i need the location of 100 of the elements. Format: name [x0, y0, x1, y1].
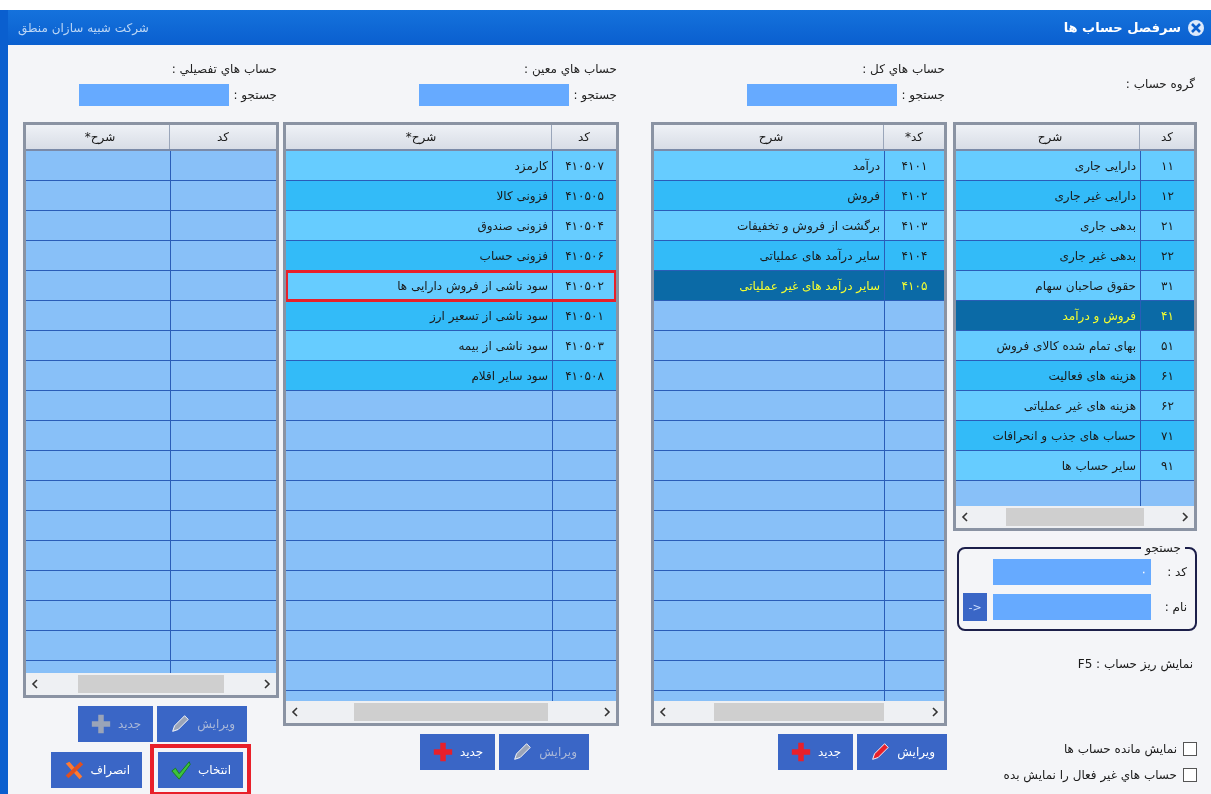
code-cell: ۴۱۰۵	[884, 271, 944, 300]
chevron-right-icon[interactable]	[930, 706, 940, 718]
company-name: شرکت شبیه سازان منطق	[18, 20, 149, 35]
table-row[interactable]: ۹۱ سایر حساب ها	[956, 451, 1194, 481]
search-field[interactable]	[79, 83, 230, 106]
search-field[interactable]	[747, 83, 898, 106]
cancel-button[interactable]: انصراف	[50, 752, 142, 788]
pencil-icon	[869, 741, 892, 763]
table-row[interactable]: ۷۱ حساب های جذب و انحرافات	[956, 421, 1194, 451]
section-label: حساب هاي تفصيلي :	[170, 61, 277, 76]
section-label: گروه حساب :	[1124, 76, 1195, 91]
table-row[interactable]: ۲۱ بدهی جاری	[956, 211, 1194, 241]
chevron-left-icon[interactable]	[290, 706, 300, 718]
table-row[interactable]: ۵۱ بهای تمام شده کالای فروش	[956, 331, 1194, 361]
checkbox-label: نمایش مانده حساب ها	[1063, 742, 1177, 756]
name-cell-text: درآمد	[851, 157, 881, 175]
table-row[interactable]: ۴۱۰۵۰۸ سود سایر اقلام	[286, 361, 616, 391]
column-header[interactable]: کد	[169, 125, 276, 149]
scrollbar[interactable]	[286, 701, 616, 723]
code-cell: ۴۱	[1140, 301, 1194, 330]
name-cell-text: بهای تمام شده کالای فروش	[995, 337, 1137, 356]
group-legend: جستجو	[1141, 541, 1185, 555]
code-cell: ۲۲	[1140, 241, 1194, 270]
code-cell: ۴۱۰۳	[884, 211, 944, 240]
table-row[interactable]: ۲۲ بدهی غیر جاری	[956, 241, 1194, 271]
table-row[interactable]: ۳۱ حقوق صاحبان سهام	[956, 271, 1194, 301]
column-header[interactable]: کد	[551, 125, 616, 149]
pencil-icon	[169, 713, 192, 735]
chevron-right-icon[interactable]	[602, 706, 612, 718]
checkbox[interactable]	[1183, 768, 1197, 782]
chevron-left-icon[interactable]	[658, 706, 668, 718]
table-row[interactable]: ۴۱۰۵۰۱ سود ناشی از تسعیر ارز	[286, 301, 616, 331]
code-cell: ۹۱	[1140, 451, 1194, 480]
new-button[interactable]: جدید	[419, 734, 496, 770]
check-icon	[170, 759, 192, 781]
table-row[interactable]: ۱۲ دارایی غیر جاری	[956, 181, 1194, 211]
search-field[interactable]	[419, 83, 570, 106]
name-cell-text: دارایی غیر جاری	[1053, 187, 1137, 206]
name-cell-text: سایر حساب ها	[1060, 457, 1137, 475]
name-cell-text: سایر درآمد های عملیاتی	[758, 247, 881, 265]
checkbox-label: حساب هاي غير فعال را نمايش بده	[1003, 768, 1177, 782]
chevron-left-icon[interactable]	[960, 511, 970, 523]
table-row[interactable]: ۴۱۰۳ برگشت از فروش و تخفیفات	[654, 211, 944, 241]
code-cell: ۴۱۰۴	[884, 241, 944, 270]
chevron-right-icon[interactable]	[1180, 511, 1190, 523]
plus-icon	[89, 713, 112, 735]
edit-button[interactable]: ویرایش	[857, 734, 947, 770]
code-cell: ۵۱	[1140, 331, 1194, 360]
scrollbar[interactable]	[654, 701, 944, 723]
name-cell-text: هزینه های غیر عملیاتی	[1022, 397, 1137, 415]
table-row[interactable]: ۴۱۰۵۰۴ فزونی صندوق	[286, 211, 616, 241]
table-row[interactable]: ۴۱۰۵۰۳ سود ناشی از بیمه	[286, 331, 616, 361]
name-cell-text: سود سایر اقلام	[470, 367, 549, 385]
chevron-left-icon[interactable]	[30, 678, 40, 690]
go-button[interactable]: <-	[963, 593, 987, 621]
close-icon[interactable]	[1187, 18, 1205, 37]
table-row[interactable]: ۴۱۰۵۰۲ سود ناشی از فروش دارایی ها	[286, 271, 616, 301]
shortcut-hint: F5 : نمایش ریز حساب	[1076, 657, 1194, 671]
column-header[interactable]: کد*	[883, 125, 944, 149]
column-header[interactable]: کد	[1139, 125, 1194, 149]
table-row[interactable]: ۱۱ دارایی جاری	[956, 151, 1194, 181]
code-cell: ۶۱	[1140, 361, 1194, 390]
name-field[interactable]	[993, 594, 1151, 620]
table-row[interactable]: ۴۱۰۵ سایر درآمد های غیر عملیاتی	[654, 271, 944, 301]
scrollbar[interactable]	[956, 506, 1194, 528]
search-label: جستجو :	[573, 87, 617, 102]
column-header[interactable]: شرح*	[291, 125, 551, 149]
code-cell: ۴۱۰۵۰۸	[552, 361, 616, 390]
section-label: حساب هاي کل :	[861, 61, 945, 76]
table-row[interactable]: ۶۲ هزینه های غیر عملیاتی	[956, 391, 1194, 421]
plus-icon	[431, 741, 454, 763]
table-row[interactable]: ۶۱ هزینه های فعالیت	[956, 361, 1194, 391]
table-row[interactable]: ۴۱۰۵۰۶ فزونی حساب	[286, 241, 616, 271]
name-cell-text: حقوق صاحبان سهام	[1034, 277, 1137, 295]
table-row[interactable]: ۴۱ فروش و درآمد	[956, 301, 1194, 331]
name-cell-text: سود ناشی از تسعیر ارز	[428, 307, 549, 326]
scrollbar[interactable]	[26, 673, 276, 695]
section-label: حساب هاي معين :	[523, 61, 617, 76]
checkbox[interactable]	[1183, 742, 1197, 756]
name-cell-text: دارایی جاری	[1073, 157, 1137, 176]
name-cell-text: سود ناشی از فروش دارایی ها	[396, 277, 549, 296]
select-button[interactable]: انتخاب	[158, 752, 243, 788]
name-cell-text: فزونی حساب	[478, 247, 549, 265]
table-row[interactable]: ۴۱۰۲ فروش	[654, 181, 944, 211]
code-cell: ۶۲	[1140, 391, 1194, 420]
window-title: سرفصل حساب ها	[1063, 20, 1181, 35]
column-header[interactable]: شرح*	[31, 125, 169, 149]
table-row[interactable]: ۴۱۰۵۰۷ کارمزد	[286, 151, 616, 181]
column-header[interactable]: شرح	[659, 125, 883, 149]
name-cell-text: فزونی صندوق	[476, 217, 549, 235]
table-row[interactable]: ۴۱۰۱ درآمد	[654, 151, 944, 181]
table-row[interactable]: ۴۱۰۴ سایر درآمد های عملیاتی	[654, 241, 944, 271]
column-header[interactable]: شرح	[961, 125, 1139, 149]
new-button[interactable]: جدید	[777, 734, 854, 770]
name-cell-text: فزونی کالا	[495, 187, 549, 205]
chevron-right-icon[interactable]	[262, 678, 272, 690]
pencil-icon	[511, 741, 534, 763]
table-row[interactable]: ۴۱۰۵۰۵ فزونی کالا	[286, 181, 616, 211]
code-cell: ۴۱۰۵۰۱	[552, 301, 616, 330]
code-cell: ۳۱	[1140, 271, 1194, 300]
